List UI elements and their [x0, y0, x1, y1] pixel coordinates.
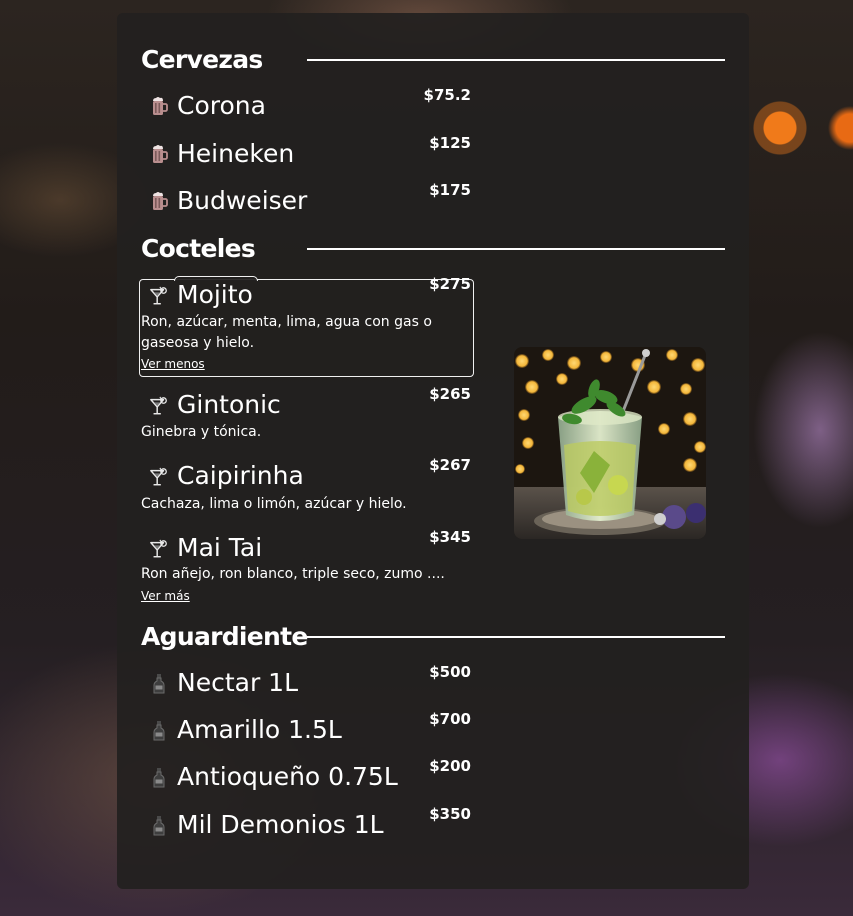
- item-price: $700: [429, 710, 471, 728]
- item-price: $350: [429, 805, 471, 823]
- item-name: Nectar 1L: [177, 668, 299, 697]
- item-name: Mil Demonios 1L: [177, 810, 384, 839]
- beer-mug-icon: [149, 191, 169, 213]
- liquor-bottle-icon: [149, 815, 169, 837]
- item-price: $125: [429, 134, 471, 152]
- item-name: Heineken: [177, 139, 295, 168]
- item-description: Ron añejo, ron blanco, triple seco, zumo…: [141, 566, 445, 582]
- cocktail-glass-icon: [149, 395, 169, 417]
- item-price: $175: [429, 181, 471, 199]
- section-divider: [307, 636, 725, 638]
- item-name: Gintonic: [177, 390, 281, 419]
- beer-mug-icon: [149, 144, 169, 166]
- item-description: Ginebra y tónica.: [141, 424, 262, 440]
- liquor-bottle-icon: [149, 767, 169, 789]
- liquor-bottle-icon: [149, 720, 169, 742]
- section-title: Cervezas: [141, 45, 263, 74]
- see-less-link[interactable]: Ver menos: [141, 356, 205, 372]
- section-header-aguardiente: Aguardiente: [141, 620, 725, 654]
- item-price: $267: [429, 456, 471, 474]
- item-description: Ron, azúcar, menta, lima, agua con gas o…: [141, 314, 432, 351]
- item-name: Amarillo 1.5L: [177, 715, 342, 744]
- beer-mug-icon: [149, 96, 169, 118]
- cocktail-glass-icon: [149, 466, 169, 488]
- item-name: Budweiser: [177, 186, 308, 215]
- item-name: Corona: [177, 91, 266, 120]
- menu-panel: Cervezas Corona $75.2 Heineken $125 Budw…: [117, 13, 749, 889]
- menu-item-mojito[interactable]: Mojito $275 Ron, azúcar, menta, lima, ag…: [141, 275, 473, 374]
- item-name: Antioqueño 0.75L: [177, 762, 398, 791]
- item-name: Caipirinha: [177, 461, 304, 490]
- section-divider: [307, 59, 725, 61]
- item-price: $345: [429, 528, 471, 546]
- item-price: $75.2: [423, 86, 471, 104]
- section-header-cervezas: Cervezas: [141, 43, 725, 77]
- item-price: $265: [429, 385, 471, 403]
- see-more-link[interactable]: Ver más: [141, 588, 190, 604]
- item-price: $500: [429, 663, 471, 681]
- section-title: Aguardiente: [141, 622, 308, 651]
- cocktail-glass-icon: [149, 285, 169, 307]
- cocktail-glass-icon: [149, 538, 169, 560]
- liquor-bottle-icon: [149, 673, 169, 695]
- item-name: Mai Tai: [177, 533, 263, 562]
- item-price: $275: [429, 275, 471, 293]
- item-description: Cachaza, lima o limón, azúcar y hielo.: [141, 496, 407, 512]
- item-name: Mojito: [177, 280, 253, 309]
- section-divider: [307, 248, 725, 250]
- mojito-cocktail-photo: [514, 347, 706, 539]
- section-header-cocteles: Cocteles: [141, 232, 725, 266]
- section-title: Cocteles: [141, 234, 256, 263]
- item-price: $200: [429, 757, 471, 775]
